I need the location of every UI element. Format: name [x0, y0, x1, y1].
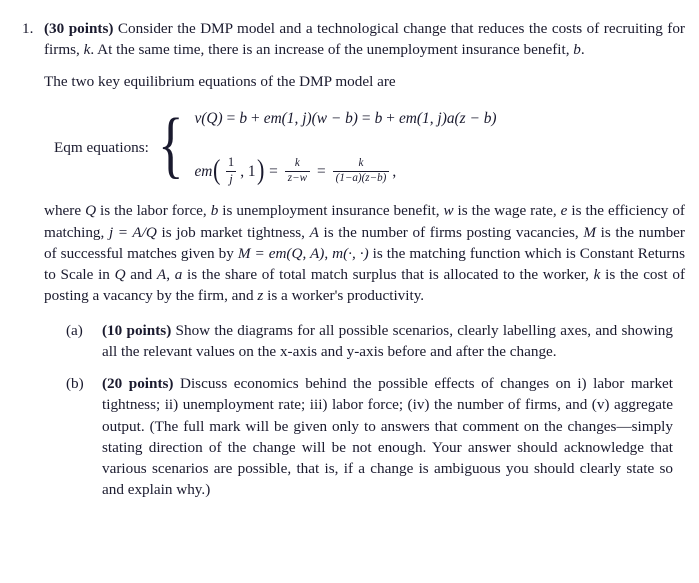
- where-prose-text: is the labor force,: [96, 202, 211, 220]
- subpart-a: (a) (10 points) Show the diagrams for al…: [66, 320, 685, 362]
- where-math-symbol: w: [443, 202, 454, 220]
- intro-var-b: b: [573, 41, 581, 59]
- problem-intro-paragraph: (30 points) Consider the DMP model and a…: [44, 18, 685, 60]
- where-prose-text: ,: [166, 265, 175, 283]
- problem-number: 1.: [22, 20, 34, 37]
- problem-points-label: (30 points): [44, 20, 114, 37]
- subpart-a-text: Show the diagrams for all possible scena…: [102, 322, 673, 361]
- eq1-term-4: em(1, j)a(z − b): [398, 110, 497, 128]
- eq2-fraction-2-numerator: k: [358, 156, 364, 169]
- eq2-trailing-comma: ,: [392, 162, 397, 180]
- left-brace-icon: {: [157, 104, 184, 187]
- where-math-symbol: M: [583, 223, 596, 241]
- where-prose-text: is the share of total match surplus that…: [182, 265, 594, 283]
- eq1-term-2: em(1, j)(w − b): [263, 110, 358, 128]
- eq1-term-3: b: [374, 110, 383, 128]
- eq1-equals-2: =: [361, 110, 371, 128]
- eq2-fraction-1: k z−w: [284, 156, 310, 185]
- lead-in-paragraph: The two key equilibrium equations of the…: [44, 73, 396, 91]
- eq2-arg-denominator: j: [226, 170, 236, 187]
- subpart-b: (b) (20 points) Discuss economics behind…: [66, 373, 685, 500]
- where-prose-text: is the wage rate,: [453, 202, 561, 220]
- eq2-arg-numerator: 1: [227, 155, 235, 170]
- equation-rows: v(Q) = b + em(1, j)(w − b) = b + em(1, j…: [186, 108, 496, 186]
- eq2-fraction-1-numerator: k: [294, 156, 300, 169]
- eq2-equals-1: =: [269, 162, 278, 180]
- where-prose-text: is the number of firms posting vacancies…: [318, 223, 584, 241]
- problem-1: 1. (30 points) Consider the DMP model an…: [0, 18, 699, 500]
- eq1-equals-1: =: [226, 110, 236, 128]
- subpart-a-label: (a): [66, 322, 83, 339]
- eq1-lhs: v(Q): [194, 110, 223, 128]
- eq2-fraction-2: k (1−a)(z−b): [332, 156, 390, 185]
- subpart-b-points: (20 points): [102, 375, 174, 393]
- where-math-symbol: M = em(Q, A): [237, 244, 325, 262]
- subpart-b-label: (b): [66, 375, 84, 393]
- equation-row-2: em ( 1 j , 1 ) = k z−w = k (1−a)(z−b) ,: [194, 154, 496, 187]
- where-prose-text: is unemployment insurance benefit,: [218, 202, 444, 220]
- where-math-symbol: m(·, ·): [332, 244, 369, 262]
- subpart-a-points: (10 points): [102, 322, 172, 339]
- where-prose-text: is a worker's productivity.: [263, 286, 425, 304]
- equation-block-label: Eqm equations:: [54, 138, 149, 156]
- eq2-paren-open: (: [213, 154, 221, 186]
- where-paragraph: where Q is the labor force, b is unemplo…: [44, 200, 685, 306]
- subparts-list: (a) (10 points) Show the diagrams for al…: [44, 320, 685, 500]
- eq2-fraction-2-denominator: (1−a)(z−b): [332, 170, 390, 185]
- where-math-symbol: j = A/Q: [108, 223, 157, 241]
- eq2-arg-second: , 1: [240, 162, 256, 180]
- eq1-term-1: b: [239, 110, 248, 128]
- equation-row-1: v(Q) = b + em(1, j)(w − b) = b + em(1, j…: [194, 108, 496, 129]
- where-prose-text: where: [44, 202, 86, 220]
- eq1-plus-2: +: [386, 110, 395, 128]
- where-prose-text: ,: [324, 244, 333, 262]
- subpart-b-text: Discuss economics behind the possible ef…: [102, 375, 673, 498]
- eq2-arg-fraction: 1 j: [225, 155, 237, 187]
- where-math-symbol: A: [156, 265, 167, 283]
- equation-block: Eqm equations: { v(Q) = b + em(1, j)(w −…: [44, 108, 685, 186]
- where-math-symbol: Q: [85, 202, 97, 220]
- where-prose-text: is job market tightness,: [156, 223, 310, 241]
- document-page: 1. (30 points) Consider the DMP model an…: [0, 18, 699, 583]
- intro-text-2: . At the same time, there is an increase…: [90, 41, 574, 59]
- where-math-symbol: Q: [114, 265, 126, 283]
- eq2-fraction-1-denominator: z−w: [284, 170, 310, 185]
- eq2-function-name: em: [194, 162, 213, 180]
- eq1-plus-1: +: [251, 110, 260, 128]
- intro-text-3: .: [580, 41, 585, 59]
- eq2-paren-close: ): [256, 154, 265, 186]
- where-prose-text: and: [125, 265, 157, 283]
- eq2-equals-2: =: [316, 162, 326, 180]
- where-math-symbol: A: [309, 223, 319, 241]
